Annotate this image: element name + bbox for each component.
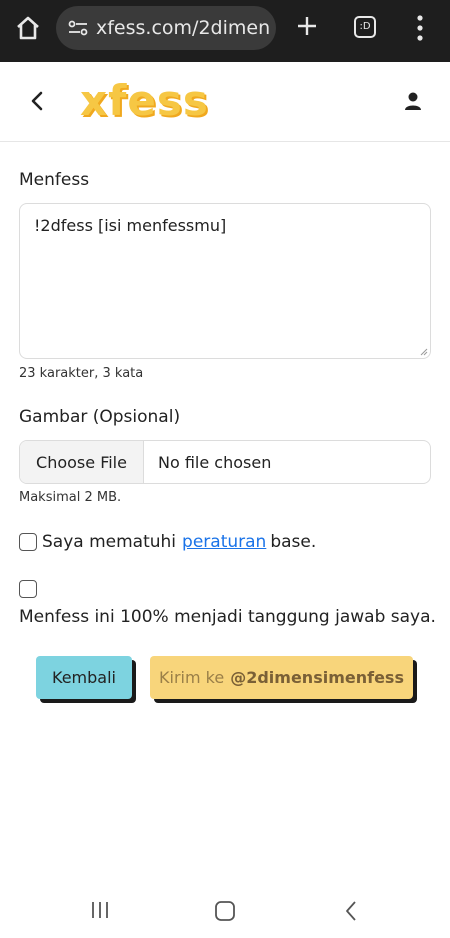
choose-file-button[interactable]: Choose File — [20, 441, 144, 483]
user-icon[interactable] — [402, 90, 424, 112]
image-label: Gambar (Opsional) — [19, 407, 181, 427]
back-button[interactable]: Kembali — [36, 656, 132, 699]
site-settings-icon[interactable] — [68, 19, 88, 37]
responsibility-checkbox-row — [19, 580, 37, 602]
rules-link[interactable]: peraturan — [182, 532, 266, 552]
menfess-label: Menfess — [19, 170, 90, 190]
home-nav-icon[interactable] — [214, 900, 236, 922]
responsibility-text: Menfess ini 100% menjadi tanggung jawab … — [19, 607, 436, 627]
recents-icon[interactable] — [90, 900, 110, 920]
rules-text-suffix: base. — [270, 532, 317, 552]
new-tab-icon[interactable] — [296, 15, 318, 37]
rules-checkbox-row: Saya mematuhi peraturan base. — [19, 532, 316, 552]
menfess-text[interactable]: !2dfess [isi menfessmu] — [34, 216, 226, 235]
url-text[interactable]: xfess.com/2dimensi — [96, 17, 270, 39]
rules-checkbox[interactable] — [19, 533, 37, 551]
file-input[interactable]: Choose File No file chosen — [19, 440, 431, 484]
browser-toolbar: xfess.com/2dimensi :D — [0, 0, 450, 62]
send-button[interactable]: Kirim ke @2dimensimenfess — [150, 656, 413, 699]
menfess-textarea[interactable]: !2dfess [isi menfessmu] — [19, 203, 431, 359]
character-count: 23 karakter, 3 kata — [19, 366, 144, 381]
system-navigation-bar — [0, 880, 450, 938]
file-status: No file chosen — [158, 452, 272, 472]
app-header: xfess — [0, 62, 450, 142]
more-options-icon[interactable] — [416, 14, 424, 42]
max-size-note: Maksimal 2 MB. — [19, 490, 122, 505]
rules-text-prefix: Saya mematuhi — [42, 532, 177, 552]
back-nav-icon[interactable] — [344, 900, 358, 922]
tab-switcher-button[interactable]: :D — [354, 16, 376, 38]
home-icon[interactable] — [14, 14, 42, 42]
send-button-target: @2dimensimenfess — [230, 668, 404, 687]
back-arrow-icon[interactable] — [28, 90, 46, 112]
xfess-logo[interactable]: xfess — [80, 76, 209, 125]
send-button-prefix: Kirim ke — [159, 668, 225, 687]
address-bar[interactable]: xfess.com/2dimensi — [56, 6, 276, 50]
responsibility-checkbox[interactable] — [19, 580, 37, 598]
resize-handle-icon[interactable] — [420, 348, 428, 356]
